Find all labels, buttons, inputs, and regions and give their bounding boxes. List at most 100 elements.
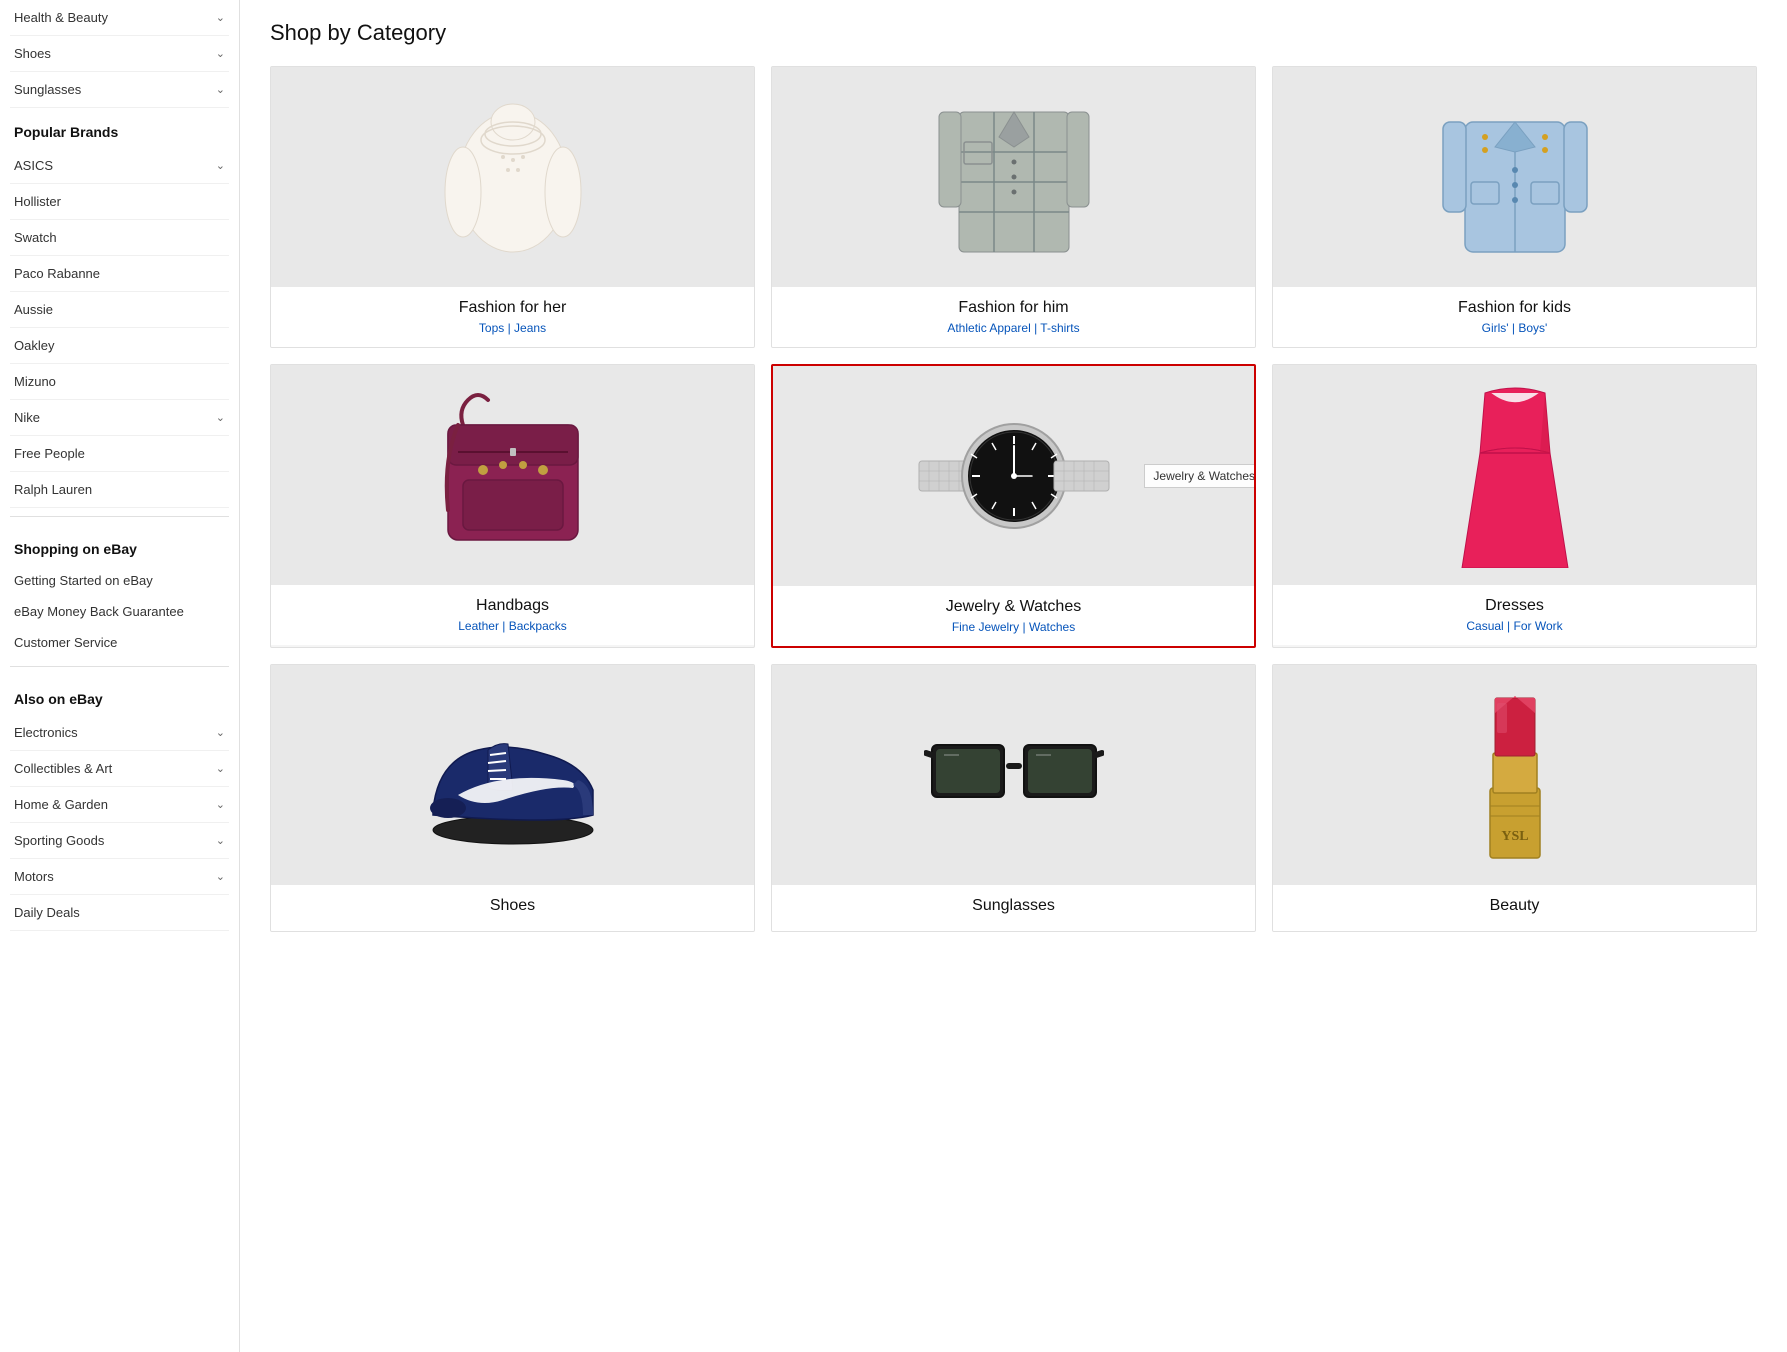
card-title: Sunglasses: [782, 897, 1245, 915]
sidebar-item-label: Oakley: [14, 338, 54, 353]
chevron-icon: ⌄: [216, 762, 225, 775]
sidebar-item-brand[interactable]: Aussie: [10, 292, 229, 328]
card-body: Jewelry & Watches Fine Jewelry | Watches: [773, 586, 1254, 646]
chevron-icon: ⌄: [216, 159, 225, 172]
also-list: Electronics⌄Collectibles & Art⌄Home & Ga…: [10, 715, 229, 931]
divider2: [10, 666, 229, 667]
card-body: Fashion for her Tops | Jeans: [271, 287, 754, 347]
category-card-dresses[interactable]: Dresses Casual | For Work: [1272, 364, 1757, 648]
sidebar-item-also[interactable]: Sporting Goods ⌄: [10, 823, 229, 859]
sidebar-shopping-link[interactable]: eBay Money Back Guarantee: [10, 596, 229, 627]
category-card-fashion-her[interactable]: Fashion for her Tops | Jeans: [270, 66, 755, 348]
card-body: Shoes: [271, 885, 754, 931]
popular-brands-title: Popular Brands: [10, 108, 229, 148]
sidebar-item-label: Mizuno: [14, 374, 56, 389]
category-card-fashion-kids[interactable]: Fashion for kids Girls' | Boys': [1272, 66, 1757, 348]
card-title: Shoes: [281, 897, 744, 915]
category-card-fashion-him[interactable]: Fashion for him Athletic Apparel | T-shi…: [771, 66, 1256, 348]
sidebar-shopping-link[interactable]: Customer Service: [10, 627, 229, 658]
card-image: [271, 665, 754, 885]
category-card-sunglasses[interactable]: Sunglasses: [771, 664, 1256, 932]
card-image: [1273, 67, 1756, 287]
sidebar-item-brand[interactable]: Hollister: [10, 184, 229, 220]
sidebar-item-also[interactable]: Collectibles & Art ⌄: [10, 751, 229, 787]
card-subtitle: Girls' | Boys': [1283, 321, 1746, 335]
sidebar-item-also[interactable]: Electronics ⌄: [10, 715, 229, 751]
sidebar-item-sunglasses[interactable]: Sunglasses ⌄: [10, 72, 229, 108]
sidebar-item-label: ASICS: [14, 158, 53, 173]
sidebar-item-label: Electronics: [14, 725, 78, 740]
sidebar-item-label: Nike: [14, 410, 40, 425]
card-subtitle: Tops | Jeans: [281, 321, 744, 335]
sidebar-item-label: Paco Rabanne: [14, 266, 100, 281]
tooltip-badge: Jewelry & Watches: [1144, 464, 1254, 488]
sidebar-item-also[interactable]: Daily Deals: [10, 895, 229, 931]
chevron-icon: ⌄: [216, 870, 225, 883]
chevron-icon: ⌄: [216, 47, 225, 60]
card-image: YSL: [1273, 665, 1756, 885]
sidebar-shopping-link[interactable]: Getting Started on eBay: [10, 565, 229, 596]
card-image: [271, 67, 754, 287]
card-title: Fashion for her: [281, 299, 744, 317]
sidebar-item-shoes[interactable]: Shoes ⌄: [10, 36, 229, 72]
sidebar: Health & Beauty ⌄ Shoes ⌄ Sunglasses ⌄ P…: [0, 0, 240, 1352]
page-title: Shop by Category: [270, 20, 1757, 46]
category-card-jewelry-watches[interactable]: Jewelry & Watches Jewelry & Watches Fine…: [771, 364, 1256, 648]
category-card-beauty[interactable]: YSL Beauty: [1272, 664, 1757, 932]
sidebar-item-label: Sunglasses: [14, 82, 81, 97]
card-subtitle: Fine Jewelry | Watches: [783, 620, 1244, 634]
card-body: Handbags Leather | Backpacks: [271, 585, 754, 645]
card-image: [1273, 365, 1756, 585]
sidebar-item-brand[interactable]: Free People: [10, 436, 229, 472]
category-card-handbags[interactable]: Handbags Leather | Backpacks: [270, 364, 755, 648]
sidebar-item-label: Daily Deals: [14, 905, 80, 920]
sidebar-item-brand[interactable]: ASICS ⌄: [10, 148, 229, 184]
sidebar-item-label: Collectibles & Art: [14, 761, 112, 776]
card-title: Beauty: [1283, 897, 1746, 915]
card-title: Dresses: [1283, 597, 1746, 615]
sidebar-item-brand[interactable]: Oakley: [10, 328, 229, 364]
sidebar-item-health-beauty[interactable]: Health & Beauty ⌄: [10, 0, 229, 36]
chevron-icon: ⌄: [216, 726, 225, 739]
card-image: Jewelry & Watches: [773, 366, 1254, 586]
sidebar-item-label: Health & Beauty: [14, 10, 108, 25]
chevron-icon: ⌄: [216, 83, 225, 96]
card-body: Sunglasses: [772, 885, 1255, 931]
card-title: Fashion for him: [782, 299, 1245, 317]
svg-text:YSL: YSL: [1501, 829, 1528, 844]
chevron-icon: ⌄: [216, 11, 225, 24]
card-body: Dresses Casual | For Work: [1273, 585, 1756, 645]
sidebar-item-brand[interactable]: Swatch: [10, 220, 229, 256]
card-image: [271, 365, 754, 585]
sidebar-item-brand[interactable]: Ralph Lauren: [10, 472, 229, 508]
card-image: [772, 665, 1255, 885]
sidebar-item-label: Sporting Goods: [14, 833, 104, 848]
sidebar-item-brand[interactable]: Mizuno: [10, 364, 229, 400]
category-card-shoes[interactable]: Shoes: [270, 664, 755, 932]
sidebar-item-label: Free People: [14, 446, 85, 461]
category-grid: Fashion for her Tops | Jeans: [270, 66, 1757, 932]
sidebar-item-label: Ralph Lauren: [14, 482, 92, 497]
shopping-links: Getting Started on eBayeBay Money Back G…: [10, 565, 229, 658]
sidebar-item-label: Home & Garden: [14, 797, 108, 812]
card-body: Fashion for him Athletic Apparel | T-shi…: [772, 287, 1255, 347]
card-subtitle: Athletic Apparel | T-shirts: [782, 321, 1245, 335]
sidebar-item-also[interactable]: Motors ⌄: [10, 859, 229, 895]
sidebar-item-label: Motors: [14, 869, 54, 884]
also-title: Also on eBay: [10, 675, 229, 715]
card-title: Fashion for kids: [1283, 299, 1746, 317]
main-content: Shop by Category Fashion for her Tops | …: [240, 0, 1787, 1352]
card-body: Beauty: [1273, 885, 1756, 931]
sidebar-item-label: Swatch: [14, 230, 57, 245]
sidebar-item-brand[interactable]: Paco Rabanne: [10, 256, 229, 292]
chevron-icon: ⌄: [216, 798, 225, 811]
brands-list: ASICS ⌄ Hollister Swatch Paco Rabanne Aussie O…: [10, 148, 229, 508]
sidebar-item-brand[interactable]: Nike⌄: [10, 400, 229, 436]
chevron-icon: ⌄: [216, 834, 225, 847]
sidebar-item-label: Aussie: [14, 302, 53, 317]
shopping-title: Shopping on eBay: [10, 525, 229, 565]
card-title: Jewelry & Watches: [783, 598, 1244, 616]
card-image: [772, 67, 1255, 287]
card-subtitle: Leather | Backpacks: [281, 619, 744, 633]
sidebar-item-also[interactable]: Home & Garden ⌄: [10, 787, 229, 823]
